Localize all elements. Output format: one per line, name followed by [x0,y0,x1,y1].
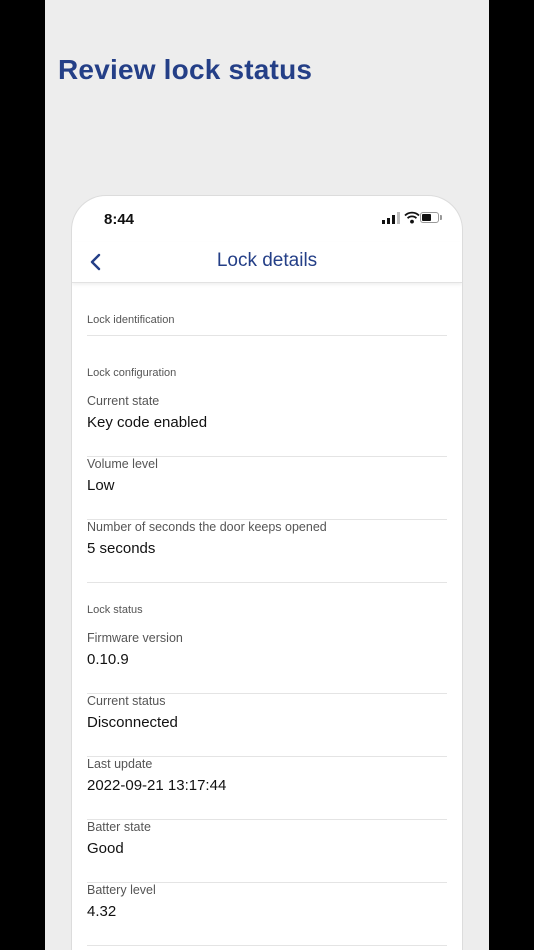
signal-icon [382,212,400,224]
wifi-icon [404,211,420,224]
firmware-version-row: Firmware version 0.10.9 [87,631,447,694]
current-status-row: Current status Disconnected [87,694,447,757]
volume-level-label: Volume level [87,457,158,471]
page-title: Lock details [216,250,318,271]
status-bar: 8:44 [72,196,462,242]
volume-level-row: Volume level Low [87,457,447,520]
navigation-bar: Lock details [72,242,462,283]
door-open-seconds-label: Number of seconds the door keeps opened [87,520,327,534]
headline: Review lock status [58,54,313,85]
volume-level-value: Low [87,477,115,494]
current-state-label: Current state [87,394,160,408]
firmware-version-label: Firmware version [87,631,183,645]
section-lock-configuration: Lock configuration [87,367,177,379]
current-status-label: Current status [87,694,166,708]
battery-state-value: Good [87,840,124,857]
current-state-row: Current state Key code enabled [87,394,447,457]
battery-state-row: Batter state Good [87,820,447,883]
current-status-value: Disconnected [87,714,178,731]
battery-level-label: Battery level [87,883,156,897]
status-time: 8:44 [104,211,135,228]
last-update-label: Last update [87,757,153,771]
door-open-seconds-row: Number of seconds the door keeps opened … [87,520,447,583]
phone-frame: 8:44 Lock details Lock identification Lo… [72,196,462,950]
battery-level-value: 4.32 [87,903,117,920]
section-lock-identification: Lock identification [87,314,447,336]
battery-icon [420,212,442,223]
firmware-version-value: 0.10.9 [87,651,129,668]
door-open-seconds-value: 5 seconds [87,540,156,557]
section-lock-status: Lock status [87,604,143,616]
current-state-value: Key code enabled [87,414,208,431]
battery-state-label: Batter state [87,820,151,834]
last-update-value: 2022-09-21 13:17:44 [87,777,227,794]
last-update-row: Last update 2022-09-21 13:17:44 [87,757,447,820]
battery-level-row: Battery level 4.32 [87,883,447,946]
app-store-screenshot: Review lock status 8:44 Lock details Loc… [45,0,489,950]
